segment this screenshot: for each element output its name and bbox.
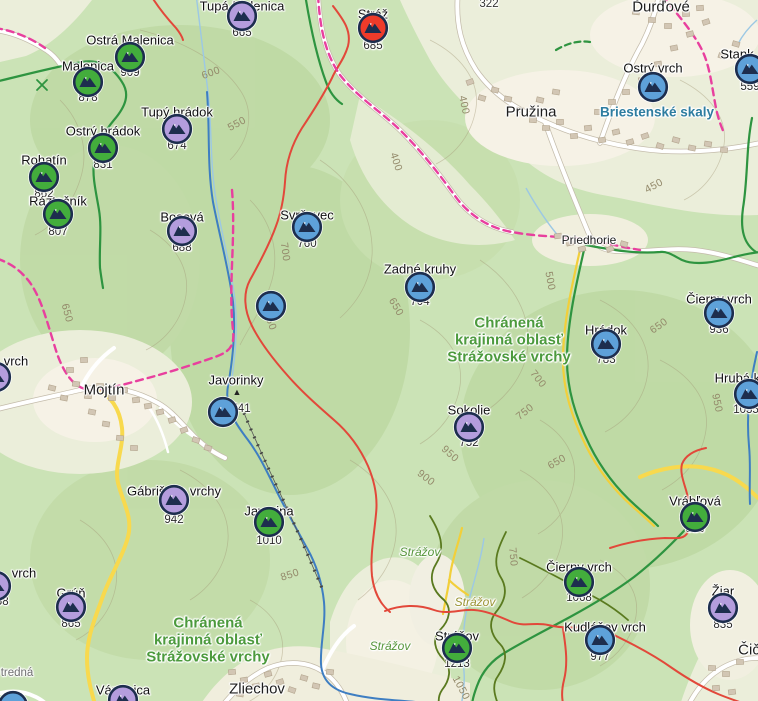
contour-label: 650: [386, 295, 406, 319]
misc-label: 322: [479, 0, 499, 10]
peak-marker-bosova[interactable]: [166, 215, 198, 247]
mountain-icon: [28, 161, 60, 193]
mountain-icon: [563, 566, 595, 598]
mountain-icon: [158, 484, 190, 516]
peak-marker-hradok[interactable]: [590, 328, 622, 360]
mountain-icon: [0, 570, 12, 602]
trail-name-label: Strážov: [454, 595, 496, 609]
town-label-cic[interactable]: Čič: [738, 642, 758, 659]
peak-marker-vapenica[interactable]: [107, 684, 139, 701]
mountain-icon: [161, 113, 193, 145]
contour-label: 900: [414, 467, 438, 489]
peak-marker-ziar[interactable]: [707, 592, 739, 624]
peak-marker-malenica[interactable]: [72, 66, 104, 98]
summit-name-label: Javorinky: [208, 372, 264, 388]
contour-label: 450: [642, 176, 666, 196]
mountain-icon: [453, 411, 485, 443]
contour-label: 550: [225, 114, 249, 134]
peak-marker-vrch[interactable]: [0, 570, 12, 602]
contour-label: 400: [456, 94, 472, 116]
peak-marker-sokolie[interactable]: [453, 411, 485, 443]
peak-marker-unnamed[interactable]: [207, 396, 239, 428]
contour-label: 650: [647, 315, 671, 337]
contour-label: 950: [438, 443, 462, 465]
contour-label: 750: [506, 546, 520, 568]
rock-area-label[interactable]: Briestenské skaly: [600, 105, 714, 120]
contour-label: 600: [200, 64, 222, 82]
mountain-icon: [72, 66, 104, 98]
peak-marker-kudlasov-vrch[interactable]: [584, 624, 616, 656]
labels-overlay: Ďurďové Pružina Priedhorie Mojtín Zliechov Či…: [0, 0, 758, 701]
mountain-icon: [584, 624, 616, 656]
mountain-icon: [637, 71, 669, 103]
mountain-icon: [441, 632, 473, 664]
town-label-pruzina[interactable]: Pružina: [506, 104, 557, 121]
peak-marker-ostry-hradok[interactable]: [87, 132, 119, 164]
mountain-icon: [253, 506, 285, 538]
mountain-icon: [590, 328, 622, 360]
town-label-zliechov[interactable]: Zliechov: [229, 681, 285, 698]
mountain-icon: [226, 0, 258, 32]
mountain-icon: [0, 690, 29, 701]
peak-marker-stank[interactable]: [734, 53, 758, 85]
trail-name-label: Strážov: [369, 639, 411, 653]
peak-marker-rohatin[interactable]: [28, 161, 60, 193]
peak-marker-svrcovec[interactable]: [291, 211, 323, 243]
peak-marker-unnamed[interactable]: [255, 290, 287, 322]
protected-area-label: Chránená krajinná oblasť Strážovské vrchy: [447, 314, 571, 366]
peak-marker-ostra-malenica[interactable]: [114, 41, 146, 73]
mountain-icon: [707, 592, 739, 624]
peak-marker-cierny-vrch[interactable]: [703, 297, 735, 329]
contour-label: 400: [387, 151, 405, 173]
contour-label: 650: [545, 452, 569, 472]
mountain-icon: [207, 396, 239, 428]
contour-label: 500: [542, 270, 558, 292]
peak-marker-unnamed[interactable]: [0, 690, 29, 701]
peak-marker-straz[interactable]: [357, 12, 389, 44]
contour-label: 950: [709, 392, 725, 414]
mountain-icon: [55, 591, 87, 623]
contour-label: 650: [58, 302, 76, 324]
mountain-icon: [734, 53, 758, 85]
peak-marker-ostry-vrch[interactable]: [637, 71, 669, 103]
contour-label: 750: [513, 401, 537, 423]
town-label-durdove[interactable]: Ďurďové: [632, 0, 690, 16]
mountain-icon: [255, 290, 287, 322]
contour-label: 700: [277, 241, 293, 263]
mountain-icon: [357, 12, 389, 44]
peak-marker-strazov[interactable]: [441, 632, 473, 664]
contour-label: 700: [527, 367, 549, 391]
town-label-mojtin[interactable]: Mojtín: [84, 382, 125, 399]
mountain-icon: [87, 132, 119, 164]
protected-area-label: Chránená krajinná oblasť Strážovské vrchy: [146, 614, 270, 666]
peak-marker-vrch[interactable]: [0, 361, 12, 393]
mountain-icon: [679, 501, 711, 533]
town-label-priedhorie[interactable]: Priedhorie: [562, 233, 617, 247]
mountain-icon: [703, 297, 735, 329]
trail-name-label: Strážov: [399, 545, 441, 559]
peak-marker-tupa-malenica[interactable]: [226, 0, 258, 32]
peak-marker-grun[interactable]: [55, 591, 87, 623]
mountain-icon: [404, 271, 436, 303]
peak-marker-vrablova[interactable]: [679, 501, 711, 533]
misc-label: tredná: [0, 667, 34, 679]
mountain-icon: [107, 684, 139, 701]
peak-marker-gabrisove-vrchy[interactable]: [158, 484, 190, 516]
peak-marker-tupy-hradok[interactable]: [161, 113, 193, 145]
peak-marker-raztocnik[interactable]: [42, 198, 74, 230]
mountain-icon: [166, 215, 198, 247]
mountain-icon: [733, 378, 758, 410]
peak-marker-zadne-kruhy[interactable]: [404, 271, 436, 303]
peak-marker-hruba-ka[interactable]: [733, 378, 758, 410]
mountain-icon: [291, 211, 323, 243]
peak-marker-javorina[interactable]: [253, 506, 285, 538]
mountain-icon: [42, 198, 74, 230]
map-viewport[interactable]: Ďurďové Pružina Priedhorie Mojtín Zliechov Či…: [0, 0, 758, 701]
peak-marker-cierny-vrch[interactable]: [563, 566, 595, 598]
mountain-icon: [0, 361, 12, 393]
contour-label: 1050: [449, 673, 473, 701]
contour-label: 850: [279, 566, 301, 584]
peak-name-label: vrch: [11, 565, 37, 581]
mountain-icon: [114, 41, 146, 73]
